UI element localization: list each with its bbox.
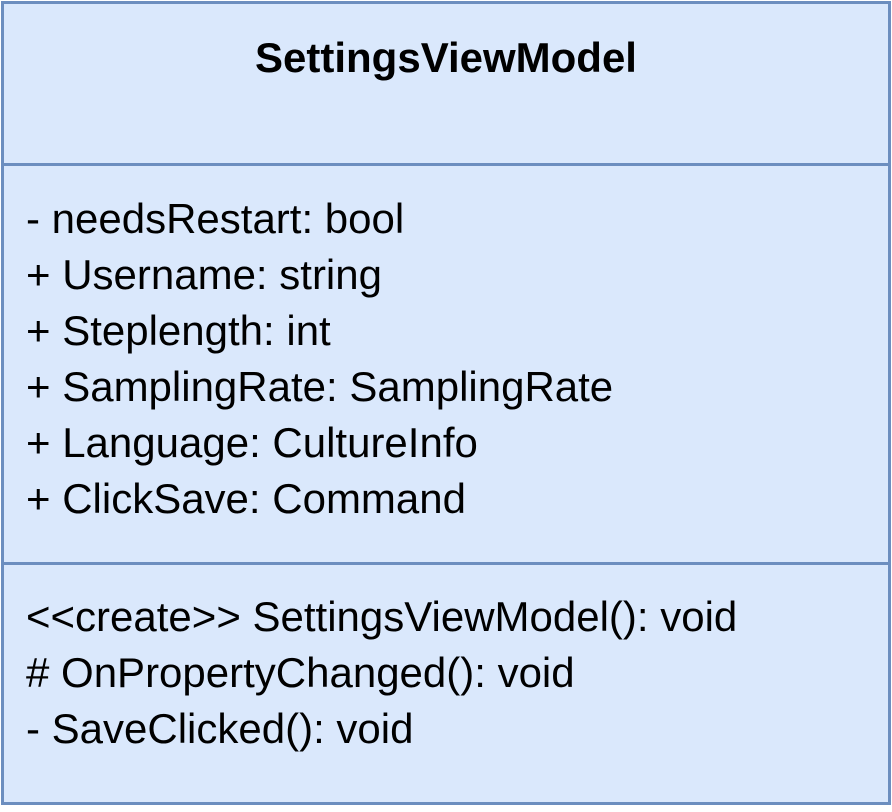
class-header: SettingsViewModel [4, 4, 888, 166]
operations-compartment: <<create>> SettingsViewModel(): void # O… [4, 565, 888, 802]
attribute-sampling-rate: + SamplingRate: SamplingRate [26, 363, 614, 410]
attributes-compartment: - needsRestart: bool + Username: string … [4, 166, 888, 565]
attribute-steplength: + Steplength: int [26, 307, 331, 354]
operation-save-clicked: - SaveClicked(): void [26, 705, 414, 752]
attribute-language: + Language: CultureInfo [26, 419, 478, 466]
attribute-needs-restart: - needsRestart: bool [26, 195, 405, 242]
uml-class-box[interactable]: SettingsViewModel - needsRestart: bool +… [1, 1, 891, 805]
operation-list: <<create>> SettingsViewModel(): void # O… [26, 589, 737, 757]
class-name: SettingsViewModel [255, 34, 637, 81]
attribute-click-save: + ClickSave: Command [26, 475, 466, 522]
operation-constructor: <<create>> SettingsViewModel(): void [26, 593, 738, 640]
operation-on-property-changed: # OnPropertyChanged(): void [26, 649, 575, 696]
attribute-list: - needsRestart: bool + Username: string … [26, 191, 613, 527]
attribute-username: + Username: string [26, 251, 382, 298]
